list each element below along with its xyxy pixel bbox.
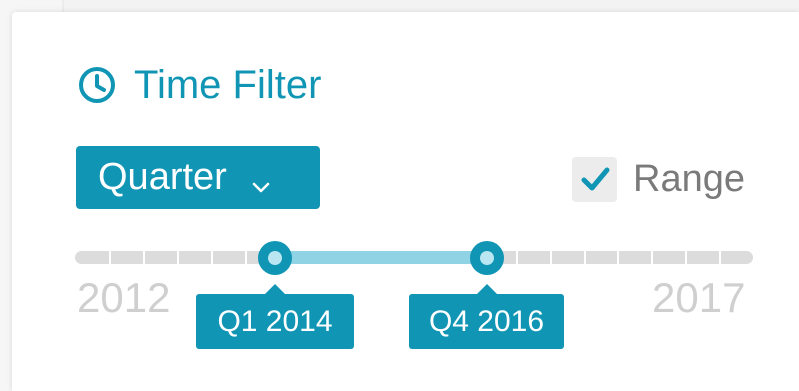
slider-tick bbox=[516, 251, 518, 264]
slider-start-handle[interactable] bbox=[258, 241, 292, 275]
slider-tick bbox=[617, 251, 619, 264]
slider-end-handle[interactable] bbox=[470, 241, 504, 275]
chevron-down-icon bbox=[249, 166, 273, 192]
handle-dot bbox=[480, 251, 494, 265]
checkmark-icon bbox=[581, 167, 609, 191]
clock-icon bbox=[78, 66, 116, 104]
checkbox-box[interactable] bbox=[572, 156, 617, 202]
slider-tick bbox=[177, 251, 179, 264]
slider-tick bbox=[719, 251, 721, 264]
granularity-label: Quarter bbox=[98, 156, 227, 198]
slider-tick bbox=[245, 251, 247, 264]
granularity-dropdown[interactable]: Quarter bbox=[76, 146, 320, 209]
slider-tick bbox=[109, 251, 111, 264]
slider-tick bbox=[651, 251, 653, 264]
slider-tick bbox=[550, 251, 552, 264]
slider-tick bbox=[685, 251, 687, 264]
slider-selected-range bbox=[275, 251, 487, 264]
slider-tick bbox=[211, 251, 213, 264]
slider-tick bbox=[584, 251, 586, 264]
slider-min-label: 2012 bbox=[77, 274, 171, 321]
handle-dot bbox=[268, 251, 282, 265]
panel-header: Time Filter bbox=[78, 60, 321, 110]
slider-end-tooltip: Q4 2016 bbox=[409, 284, 564, 349]
range-checkbox[interactable]: Range bbox=[572, 154, 745, 204]
range-label: Range bbox=[633, 157, 745, 200]
slider-tick bbox=[143, 251, 145, 264]
slider-start-tooltip: Q1 2014 bbox=[196, 284, 354, 349]
panel-title: Time Filter bbox=[134, 62, 322, 107]
slider-max-label: 2017 bbox=[652, 274, 746, 321]
